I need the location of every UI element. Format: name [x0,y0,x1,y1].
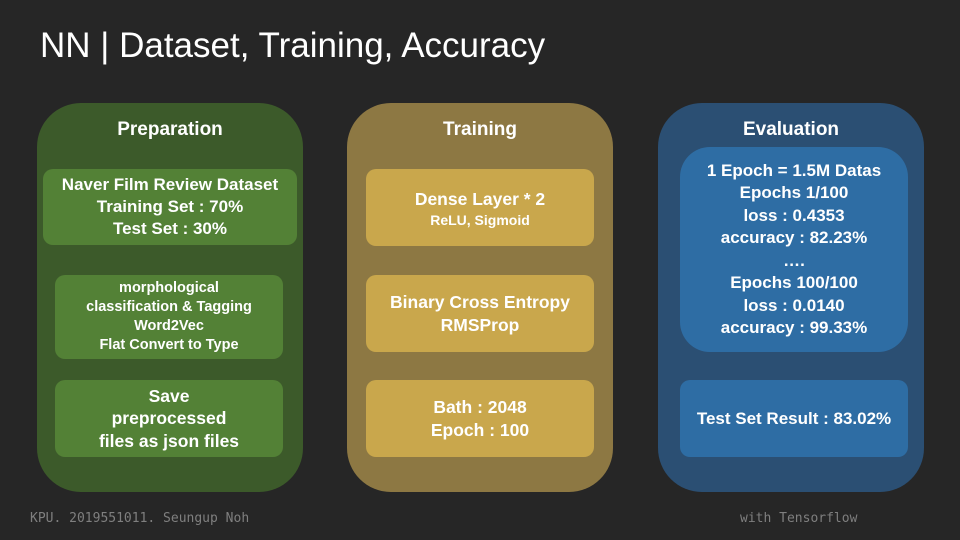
preparation-panel: Preparation Naver Film Review Dataset Tr… [37,103,303,492]
epoch-log-line-5: …. [783,250,805,270]
footer-author: KPU. 2019551011. Seungup Noh [30,511,250,526]
dataset-box: Naver Film Review Dataset Training Set :… [43,169,297,245]
dataset-line-1: Naver Film Review Dataset [61,175,279,194]
preprocessing-line-4: Flat Convert to Type [99,337,239,353]
dense-layer-line-1: Dense Layer * 2 [414,188,546,209]
batch-line: Bath : 2048 [433,396,527,417]
epoch-log-line-3: loss : 0.4353 [743,205,845,225]
epoch-log-line-1: 1 Epoch = 1.5M Datas [706,160,882,180]
dense-layer-box: Dense Layer * 2 ReLU, Sigmoid [366,169,594,246]
epoch-log-line-4: accuracy : 82.23% [720,228,868,247]
dataset-line-2: Training Set : 70% [96,197,244,216]
training-heading: Training [443,119,517,140]
save-line-3: files as json files [98,430,240,451]
test-result-text: Test Set Result : 83.02% [696,408,892,428]
preprocessing-line-2: classification & Tagging [86,299,252,315]
epoch-log-line-2: Epochs 1/100 [739,183,849,202]
dense-layer-line-2: ReLU, Sigmoid [430,211,530,228]
batch-epoch-box: Bath : 2048 Epoch : 100 [366,380,594,457]
training-panel: Training Dense Layer * 2 ReLU, Sigmoid B… [347,103,613,492]
footer-framework: with Tensorflow [740,511,858,526]
epoch-log-box: 1 Epoch = 1.5M Datas Epochs 1/100 loss :… [680,147,908,352]
save-line-2: preprocessed [111,408,227,429]
save-line-1: Save [148,385,190,406]
preprocessing-line-1: morphological [119,280,219,296]
evaluation-heading: Evaluation [742,119,840,140]
epoch-log-line-7: loss : 0.0140 [743,295,845,315]
preparation-heading: Preparation [117,119,223,140]
optimizer-line: RMSProp [440,314,520,335]
save-box: Save preprocessed files as json files [55,380,283,457]
preprocessing-line-3: Word2Vec [134,318,204,334]
slide-title: NN | Dataset, Training, Accuracy [40,26,546,65]
preprocessing-box: morphological classification & Tagging W… [55,275,283,359]
loss-optimizer-box: Binary Cross Entropy RMSProp [366,275,594,352]
dataset-line-3: Test Set : 30% [112,219,227,238]
epoch-log-line-8: accuracy : 99.33% [720,318,868,337]
epoch-line: Epoch : 100 [430,419,530,440]
test-result-box: Test Set Result : 83.02% [680,380,908,457]
loss-line: Binary Cross Entropy [390,291,570,312]
epoch-log-line-6: Epochs 100/100 [730,273,858,292]
evaluation-panel: Evaluation 1 Epoch = 1.5M Datas Epochs 1… [658,103,924,492]
